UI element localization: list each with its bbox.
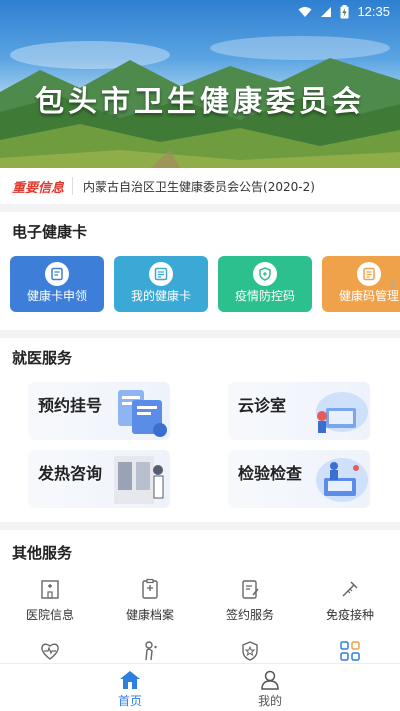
status-time: 12:35 [357, 4, 390, 19]
award-button[interactable] [200, 640, 300, 662]
health-record-icon [142, 578, 158, 599]
my-health-card-label: 我的健康卡 [130, 289, 191, 303]
award-icon [242, 641, 258, 661]
medical-services-title: 就医服务 [12, 349, 73, 367]
sign-service-label: 签约服务 [225, 608, 274, 622]
section-divider [0, 204, 400, 212]
bottom-navigation: 首页 我的 [0, 663, 400, 711]
signal-icon [321, 6, 332, 17]
other-services-title: 其他服务 [12, 544, 73, 562]
health-record-button[interactable]: 健康档案 [100, 578, 200, 623]
nav-mine-label: 我的 [257, 694, 282, 708]
cloud-clinic-button[interactable]: 云诊室 [228, 382, 370, 440]
epidemic-code-button[interactable]: 疫情防控码 [218, 256, 312, 312]
vaccination-label: 免疫接种 [325, 608, 374, 622]
my-health-card-button[interactable]: 我的健康卡 [114, 256, 208, 312]
lab-test-button[interactable]: 检验检查 [228, 450, 370, 508]
health-card-row: 健康卡申领 我的健康卡 疫情防控码 健康码管理 [10, 256, 400, 312]
nav-mine[interactable]: 我的 [230, 670, 310, 709]
maternal-service-button[interactable] [100, 640, 200, 662]
health-card-title: 电子健康卡 [12, 223, 88, 241]
hospital-icon [41, 580, 59, 599]
fever-consult-button[interactable]: 发热咨询 [28, 450, 170, 508]
appointment-label: 预约挂号 [38, 396, 103, 415]
hero-title: 包头市卫生健康委员会 [34, 84, 365, 118]
notice-divider [72, 177, 74, 195]
hero-banner[interactable]: 12:35 包头市卫生健康委员会 [0, 0, 400, 168]
heart-monitor-button[interactable] [0, 640, 100, 662]
lab-test-illustration [316, 458, 368, 502]
vaccination-button[interactable]: 免疫接种 [300, 578, 400, 623]
fever-consult-label: 发热咨询 [38, 464, 103, 483]
section-divider [0, 330, 400, 338]
cloud-clinic-label: 云诊室 [238, 396, 287, 415]
hospital-info-label: 医院信息 [25, 608, 74, 622]
maternal-icon [145, 641, 157, 661]
health-record-label: 健康档案 [125, 608, 174, 622]
wifi-icon [298, 6, 312, 17]
card-apply-icon [45, 262, 69, 286]
sign-service-button[interactable]: 签约服务 [200, 578, 300, 623]
more-apps-button[interactable] [300, 640, 400, 662]
notice-text[interactable]: 内蒙古自治区卫生健康委员会公告(2020-2) [83, 178, 315, 195]
section-divider [0, 522, 400, 530]
heart-monitor-icon [41, 643, 59, 660]
nav-home-label: 首页 [117, 694, 142, 708]
cloud-clinic-illustration [316, 392, 368, 433]
scroll-right-icon[interactable] [386, 256, 400, 312]
code-manage-icon [357, 262, 381, 286]
notice-bar[interactable]: 重要信息 内蒙古自治区卫生健康委员会公告(2020-2) [0, 170, 400, 202]
home-icon [120, 671, 140, 689]
user-icon [261, 670, 279, 690]
hospital-info-button[interactable]: 医院信息 [0, 578, 100, 623]
my-card-icon [149, 262, 173, 286]
lab-test-label: 检验检查 [238, 464, 303, 483]
shield-code-icon [253, 262, 277, 286]
health-card-apply-button[interactable]: 健康卡申领 [10, 256, 104, 312]
battery-icon [340, 4, 349, 18]
appointment-illustration [118, 390, 167, 437]
epidemic-code-label: 疫情防控码 [234, 289, 295, 303]
sign-service-icon [242, 580, 259, 599]
vaccine-icon [342, 581, 358, 597]
nav-home[interactable]: 首页 [90, 670, 170, 709]
appointment-button[interactable]: 预约挂号 [28, 382, 170, 440]
health-card-apply-label: 健康卡申领 [26, 289, 87, 303]
fever-consult-illustration [114, 456, 164, 504]
grid-apps-icon [340, 641, 360, 661]
status-bar: 12:35 [0, 0, 400, 24]
notice-tag: 重要信息 [12, 180, 65, 196]
